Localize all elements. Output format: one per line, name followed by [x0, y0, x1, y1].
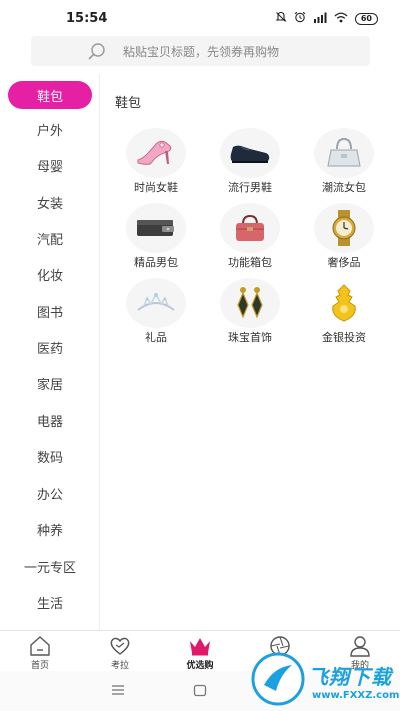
subcategory-mens-shoes[interactable]: 流行男鞋 [205, 128, 295, 200]
subcategory-label: 礼品 [145, 331, 167, 344]
subcategory-label: 珠宝首饰 [228, 331, 272, 344]
alarm-icon [294, 11, 306, 26]
subcategory-luxury[interactable]: 奢侈品 [299, 203, 389, 275]
tab-koala[interactable]: 考拉 [80, 633, 160, 671]
sidebar-item-medicine[interactable]: 医药 [0, 333, 100, 361]
sidebar-item-appliances[interactable]: 电器 [0, 406, 100, 434]
sidebar-item-office[interactable]: 办公 [0, 479, 100, 507]
battery-icon: 60 [354, 12, 378, 25]
mens-shoe-icon [220, 128, 280, 178]
wallet-icon [126, 203, 186, 253]
sidebar-item-life[interactable]: 生活 [0, 588, 100, 616]
sidebar-item-one-yuan[interactable]: 一元专区 [0, 552, 100, 580]
sidebar-item-women-clothing[interactable]: 女装 [0, 188, 100, 216]
search-bar[interactable]: 粘贴宝贝标题，先领券再购物 [31, 36, 370, 66]
signal-icon [313, 12, 327, 26]
sidebar-item-gardening[interactable]: 种养 [0, 515, 100, 543]
subcategory-mens-bags[interactable]: 精品男包 [111, 203, 201, 275]
subcategory-label: 精品男包 [134, 256, 178, 269]
home-icon [30, 636, 50, 656]
gold-ornament-icon [314, 278, 374, 328]
sidebar-item-auto-parts[interactable]: 汽配 [0, 224, 100, 252]
watermark: 飞翔下载 www.FXXZ.com [250, 651, 400, 709]
watch-icon [314, 203, 374, 253]
subcategory-label: 奢侈品 [327, 256, 361, 269]
status-bar: 15:54 60 [0, 0, 400, 36]
status-time: 15:54 [66, 11, 108, 26]
subcategory-label: 功能箱包 [228, 256, 272, 269]
sidebar-item-maternity[interactable]: 母婴 [0, 151, 100, 179]
watermark-logo-icon [251, 652, 305, 706]
subcategory-panel: 鞋包 时尚女鞋 流行男鞋 潮流女包 精品男包 功能箱包 奢侈品 礼品 珠宝首饰 … [101, 74, 400, 630]
sidebar-item-digital[interactable]: 数码 [0, 442, 100, 470]
search-input[interactable]: 粘贴宝贝标题，先领券再购物 [123, 43, 279, 60]
watermark-text: 飞翔下载 [308, 665, 392, 689]
silent-icon [275, 11, 287, 26]
tab-featured[interactable]: 优选购 [160, 633, 240, 671]
subcategory-label: 流行男鞋 [228, 181, 272, 194]
handbag-icon [314, 128, 374, 178]
search-icon [88, 43, 105, 60]
crown-icon [190, 638, 210, 656]
tab-label: 首页 [30, 661, 49, 671]
sidebar-item-home[interactable]: 家居 [0, 369, 100, 397]
watermark-url: www.FXXZ.com [312, 690, 400, 701]
sidebar-item-cosmetics[interactable]: 化妆 [0, 260, 100, 288]
heart-icon [110, 637, 130, 655]
category-sidebar: 鞋包 户外 母婴 女装 汽配 化妆 图书 医药 家居 电器 数码 办公 种养 一… [0, 74, 100, 630]
subcategory-travel-bags[interactable]: 功能箱包 [205, 203, 295, 275]
subcategory-label: 金银投资 [322, 331, 366, 344]
sidebar-item-outdoor[interactable]: 户外 [0, 115, 100, 143]
sidebar-item-shoes-bags[interactable]: 鞋包 [8, 81, 92, 109]
subcategory-womens-shoes[interactable]: 时尚女鞋 [111, 128, 201, 200]
subcategory-gifts[interactable]: 礼品 [111, 278, 201, 350]
subcategory-label: 潮流女包 [322, 181, 366, 194]
status-icons: 60 [275, 11, 378, 26]
sidebar-item-books[interactable]: 图书 [0, 297, 100, 325]
tab-label: 考拉 [110, 661, 129, 671]
menu-icon[interactable] [111, 684, 125, 696]
tab-home[interactable]: 首页 [0, 633, 80, 671]
category-title: 鞋包 [115, 96, 142, 111]
subcategory-label: 时尚女鞋 [134, 181, 178, 194]
subcategory-jewelry[interactable]: 珠宝首饰 [205, 278, 295, 350]
tab-label: 优选购 [186, 661, 214, 671]
subcategory-gold-investment[interactable]: 金银投资 [299, 278, 389, 350]
home-button-icon[interactable] [193, 684, 207, 697]
tiara-icon [126, 278, 186, 328]
high-heel-icon [126, 128, 186, 178]
earrings-icon [220, 278, 280, 328]
subcategory-womens-bags[interactable]: 潮流女包 [299, 128, 389, 200]
travel-bag-icon [220, 203, 280, 253]
wifi-icon [334, 12, 348, 26]
